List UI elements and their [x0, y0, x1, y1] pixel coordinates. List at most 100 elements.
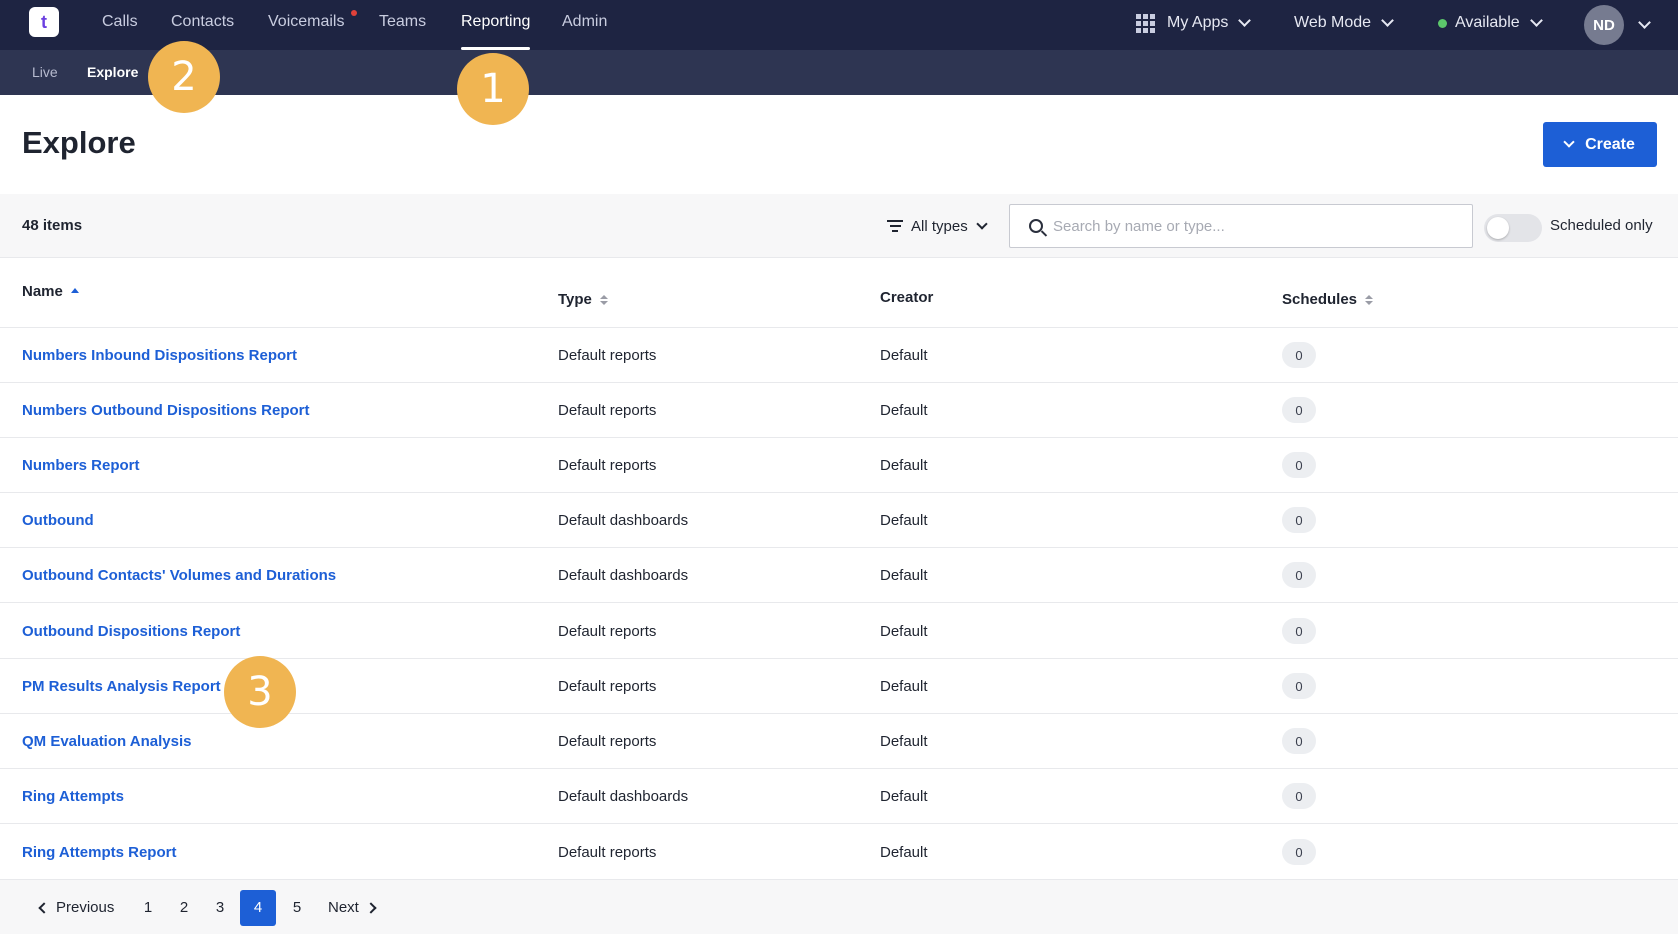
page-4-button[interactable]: 4	[240, 890, 276, 926]
report-name-link[interactable]: Outbound Contacts' Volumes and Durations	[22, 548, 336, 603]
chevron-down-icon	[976, 217, 988, 230]
report-creator: Default	[880, 844, 928, 861]
report-type: Default reports	[558, 402, 657, 419]
toolbar: 48 items All types Scheduled only	[0, 194, 1678, 258]
create-label: Create	[1585, 135, 1635, 153]
type-filter-label: All types	[911, 217, 968, 235]
schedules-count-badge: 0	[1282, 618, 1316, 644]
report-type: Default reports	[558, 678, 657, 695]
table-row: Outbound Contacts' Volumes and Durations…	[0, 548, 1678, 603]
status-label: Available	[1455, 14, 1520, 31]
callout-badge-3: 3	[224, 656, 296, 728]
web-mode-label: Web Mode	[1294, 14, 1372, 31]
search-icon	[1029, 219, 1043, 233]
table-header: Name Type Creator Schedules	[0, 258, 1678, 328]
page-2-button[interactable]: 2	[166, 890, 202, 926]
report-creator: Default	[880, 402, 928, 419]
nav-voicemails[interactable]: Voicemails	[268, 0, 344, 50]
report-creator: Default	[880, 623, 928, 640]
report-type: Default reports	[558, 623, 657, 640]
nav-teams[interactable]: Teams	[379, 0, 426, 50]
item-count: 48 items	[22, 217, 83, 234]
table-row: Ring Attempts Default dashboards Default…	[0, 769, 1678, 824]
table-row: Ring Attempts Report Default reports Def…	[0, 825, 1678, 880]
sort-icon	[599, 295, 608, 305]
report-creator: Default	[880, 567, 928, 584]
schedules-count-badge: 0	[1282, 839, 1316, 865]
scheduled-only-toggle[interactable]	[1484, 214, 1542, 242]
page-3-button[interactable]: 3	[202, 890, 238, 926]
web-mode-menu[interactable]: Web Mode	[1294, 0, 1394, 46]
chevron-down-icon	[1529, 13, 1543, 27]
table-row: Numbers Outbound Dispositions Report Def…	[0, 383, 1678, 438]
report-type: Default reports	[558, 733, 657, 750]
subnav-live[interactable]: Live	[32, 50, 58, 95]
callout-badge-2: 2	[148, 41, 220, 113]
status-menu[interactable]: Available	[1438, 0, 1543, 46]
sort-icon	[1365, 295, 1374, 305]
page-title: Explore	[22, 125, 136, 160]
schedules-count-badge: 0	[1282, 783, 1316, 809]
schedules-count-badge: 0	[1282, 342, 1316, 368]
table-row: Outbound Default dashboards Default 0	[0, 493, 1678, 548]
report-name-link[interactable]: Ring Attempts	[22, 769, 124, 824]
my-apps-menu[interactable]: My Apps	[1136, 0, 1252, 46]
report-creator: Default	[880, 678, 928, 695]
report-creator: Default	[880, 733, 928, 750]
user-menu[interactable]: ND	[1584, 2, 1651, 48]
report-type: Default reports	[558, 347, 657, 364]
type-filter[interactable]: All types	[887, 194, 988, 258]
report-name-link[interactable]: Outbound Dispositions Report	[22, 604, 240, 659]
nav-calls[interactable]: Calls	[102, 0, 138, 50]
chevron-down-icon	[1638, 15, 1651, 29]
report-creator: Default	[880, 512, 928, 529]
sort-ascending-icon	[70, 287, 79, 293]
report-name-link[interactable]: Ring Attempts Report	[22, 825, 176, 880]
table-row: Outbound Dispositions Report Default rep…	[0, 604, 1678, 659]
pagination: Previous 1 2 3 4 5 Next	[0, 880, 1678, 934]
nav-admin[interactable]: Admin	[562, 0, 607, 50]
apps-grid-icon	[1136, 13, 1155, 33]
top-nav: t Calls Contacts Voicemails Teams Report…	[0, 0, 1678, 50]
nav-reporting[interactable]: Reporting	[461, 0, 531, 50]
chevron-down-icon	[1563, 136, 1575, 148]
status-dot-icon	[1438, 18, 1447, 28]
search-input[interactable]	[1053, 217, 1453, 235]
page-5-button[interactable]: 5	[279, 890, 315, 926]
report-name-link[interactable]: Numbers Report	[22, 438, 140, 493]
previous-page-button[interactable]: Previous	[38, 890, 114, 926]
column-header-name[interactable]: Name	[22, 250, 79, 334]
schedules-count-badge: 0	[1282, 452, 1316, 478]
schedules-count-badge: 0	[1282, 728, 1316, 754]
schedules-count-badge: 0	[1282, 397, 1316, 423]
report-name-link[interactable]: PM Results Analysis Report	[22, 659, 221, 714]
report-creator: Default	[880, 788, 928, 805]
report-type: Default dashboards	[558, 512, 689, 529]
chevron-down-icon	[1381, 13, 1394, 27]
app-logo-icon[interactable]: t	[29, 7, 59, 37]
callout-badge-1: 1	[457, 53, 529, 125]
table-row: Numbers Inbound Dispositions Report Defa…	[0, 328, 1678, 383]
scheduled-only-label: Scheduled only	[1550, 217, 1653, 234]
report-name-link[interactable]: Outbound	[22, 493, 94, 548]
schedules-count-badge: 0	[1282, 562, 1316, 588]
schedules-count-badge: 0	[1282, 673, 1316, 699]
my-apps-label: My Apps	[1167, 14, 1229, 31]
next-page-button[interactable]: Next	[328, 890, 377, 926]
search-box[interactable]	[1009, 204, 1473, 248]
chevron-left-icon	[38, 902, 50, 914]
report-name-link[interactable]: QM Evaluation Analysis	[22, 714, 192, 769]
report-name-link[interactable]: Numbers Inbound Dispositions Report	[22, 328, 297, 383]
sub-nav: Live Explore	[0, 50, 1678, 95]
subnav-explore[interactable]: Explore	[87, 50, 138, 95]
page-1-button[interactable]: 1	[130, 890, 166, 926]
create-button[interactable]: Create	[1543, 122, 1657, 167]
schedules-count-badge: 0	[1282, 507, 1316, 533]
report-name-link[interactable]: Numbers Outbound Dispositions Report	[22, 383, 310, 438]
report-creator: Default	[880, 347, 928, 364]
notification-dot-icon	[351, 10, 357, 16]
report-type: Default reports	[558, 844, 657, 861]
table-row: Numbers Report Default reports Default 0	[0, 438, 1678, 493]
avatar: ND	[1584, 5, 1624, 45]
report-type: Default dashboards	[558, 788, 689, 805]
